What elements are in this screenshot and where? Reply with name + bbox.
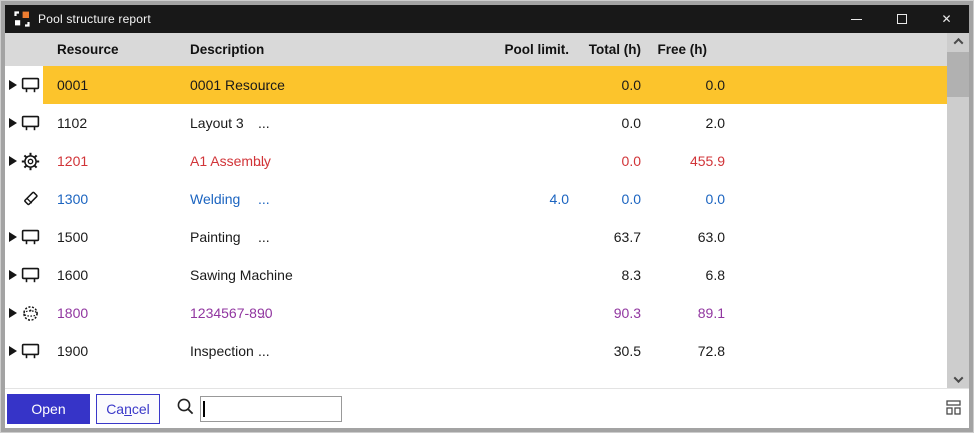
vertical-scrollbar[interactable] xyxy=(947,33,969,388)
app-logo-icon xyxy=(14,11,30,27)
total-hours-value: 63.7 xyxy=(613,229,641,245)
free-hours-value: 6.8 xyxy=(705,267,725,283)
maximize-button[interactable] xyxy=(879,5,924,33)
sphere-icon xyxy=(20,304,40,322)
total-hours-value: 0.0 xyxy=(621,191,641,207)
chevron-up-icon xyxy=(953,37,963,48)
total-hours-value: 0.0 xyxy=(621,77,641,93)
table-row[interactable]: 1800 ... 1234567-890 90.3 89.1 xyxy=(5,294,947,332)
minimize-button[interactable] xyxy=(834,5,879,33)
column-header-pool-limit: Pool limit. xyxy=(504,42,569,57)
table-header: Resource Description Pool limit. Total (… xyxy=(5,33,947,66)
resource-id: 0001 xyxy=(57,77,89,93)
layout-view-button[interactable] xyxy=(943,399,965,419)
search-icon xyxy=(176,397,195,421)
maximize-icon xyxy=(896,14,907,24)
free-hours-value: 89.1 xyxy=(697,305,725,321)
resource-description: ... Layout 3 xyxy=(190,115,270,131)
open-button[interactable]: Open xyxy=(7,393,90,424)
total-hours-value: 0.0 xyxy=(621,115,641,131)
resource-description: ... Inspection xyxy=(190,343,270,359)
table-row[interactable]: 1201 ... A1 Assembly 0.0 455.9 xyxy=(5,142,947,180)
chevron-down-icon xyxy=(953,373,963,384)
close-button[interactable]: ✕ xyxy=(924,5,969,33)
expand-arrow-icon[interactable] xyxy=(9,232,17,242)
resource-id: 1900 xyxy=(57,343,89,359)
more-indicator: ... xyxy=(258,191,270,207)
free-hours-value: 72.8 xyxy=(697,343,725,359)
resource-description: ... 1234567-890 xyxy=(190,305,273,321)
free-hours-value: 0.0 xyxy=(705,77,725,93)
column-header-free: Free (h) xyxy=(657,42,707,57)
footer-bar: Open Cancel xyxy=(5,388,969,428)
column-header-description: Description xyxy=(190,42,265,57)
close-icon: ✕ xyxy=(941,12,952,26)
scroll-down-button[interactable] xyxy=(947,371,969,388)
total-hours-value: 8.3 xyxy=(621,267,641,283)
total-hours-value: 90.3 xyxy=(613,305,641,321)
gear-icon xyxy=(20,152,40,170)
more-indicator: ... xyxy=(258,115,270,131)
total-hours-value: 30.5 xyxy=(613,343,641,359)
free-hours-value: 63.0 xyxy=(697,229,725,245)
resource-description: ... Painting xyxy=(190,229,270,245)
monitor-icon xyxy=(20,266,40,284)
resource-description: ... Welding xyxy=(190,191,270,207)
free-hours-value: 0.0 xyxy=(705,191,725,207)
resource-description: ... 0001 Resource xyxy=(190,77,285,93)
resource-description: ... A1 Assembly xyxy=(190,153,271,169)
resource-table: 0001 ... 0001 Resource 0.0 0.0 1102 ... … xyxy=(5,66,947,370)
expand-arrow-icon[interactable] xyxy=(9,156,17,166)
more-indicator: ... xyxy=(258,343,270,359)
expand-arrow-icon[interactable] xyxy=(9,346,17,356)
resource-description: Sawing Machine xyxy=(190,267,293,283)
pool-limit-value: 4.0 xyxy=(549,191,569,207)
minimize-icon xyxy=(851,18,862,20)
resource-id: 1201 xyxy=(57,153,89,169)
cancel-button[interactable]: Cancel xyxy=(96,393,160,424)
table-row[interactable]: 1500 ... Painting 63.7 63.0 xyxy=(5,218,947,256)
monitor-icon xyxy=(20,342,40,360)
resource-id: 1102 xyxy=(57,115,88,131)
more-indicator: ... xyxy=(258,229,270,245)
scrollbar-thumb[interactable] xyxy=(947,52,969,97)
table-empty-area xyxy=(5,370,947,388)
column-header-total: Total (h) xyxy=(588,42,641,57)
monitor-icon xyxy=(20,114,40,132)
total-hours-value: 0.0 xyxy=(621,153,641,169)
resource-id: 1500 xyxy=(57,229,89,245)
table-row[interactable]: 1900 ... Inspection 30.5 72.8 xyxy=(5,332,947,370)
layout-icon xyxy=(945,399,963,418)
table-row[interactable]: 1102 ... Layout 3 0.0 2.0 xyxy=(5,104,947,142)
resource-id: 1800 xyxy=(57,305,89,321)
expand-arrow-icon[interactable] xyxy=(9,308,17,318)
expand-arrow-icon[interactable] xyxy=(9,270,17,280)
search-input[interactable] xyxy=(200,395,342,422)
table-row[interactable]: 1300 ... Welding 4.0 0.0 0.0 xyxy=(5,180,947,218)
free-hours-value: 455.9 xyxy=(689,153,725,169)
window-title: Pool structure report xyxy=(38,12,151,26)
pencil-icon xyxy=(20,190,40,208)
window-frame: Pool structure report ✕ Resource Descrip… xyxy=(0,0,974,433)
free-hours-value: 2.0 xyxy=(705,115,725,131)
monitor-icon xyxy=(20,76,40,94)
table-row[interactable]: 0001 ... 0001 Resource 0.0 0.0 xyxy=(5,66,947,104)
expand-arrow-icon[interactable] xyxy=(9,118,17,128)
expand-arrow-icon[interactable] xyxy=(9,80,17,90)
column-header-resource: Resource xyxy=(57,42,119,57)
monitor-icon xyxy=(20,228,40,246)
table-row[interactable]: 1600 Sawing Machine 8.3 6.8 xyxy=(5,256,947,294)
resource-id: 1300 xyxy=(57,191,89,207)
titlebar: Pool structure report ✕ xyxy=(5,5,969,33)
text-caret xyxy=(203,400,205,417)
resource-id: 1600 xyxy=(57,267,89,283)
scroll-up-button[interactable] xyxy=(947,33,969,50)
